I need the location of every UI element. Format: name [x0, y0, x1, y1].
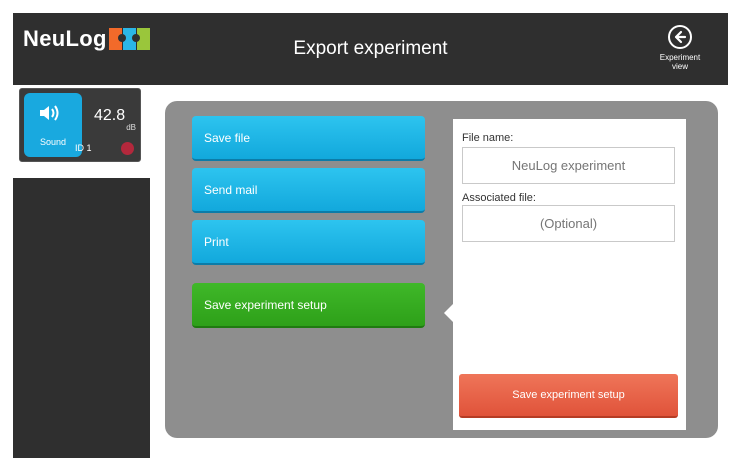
page-title: Export experiment [293, 38, 448, 59]
save-file-button[interactable]: Save file [192, 116, 425, 161]
sensor-unit: dB [126, 123, 136, 132]
sensor-name: Sound [39, 137, 67, 147]
save-experiment-setup-button[interactable]: Save experiment setup [459, 374, 678, 418]
selection-pointer [444, 304, 453, 322]
file-name-label: File name: [462, 132, 514, 144]
file-name-input[interactable] [462, 147, 675, 184]
associated-file-input[interactable] [462, 205, 675, 242]
arrow-left-circle-icon [668, 25, 692, 49]
left-empty-panel [13, 185, 150, 458]
record-indicator-icon [121, 142, 134, 155]
sensor-panel: Sound 42.8 dB ID 1 [13, 85, 150, 178]
send-mail-button[interactable]: Send mail [192, 168, 425, 213]
print-button[interactable]: Print [192, 220, 425, 265]
main-content: Save file Send mail Print Save experimen… [150, 85, 728, 458]
experiment-view-label-1: Experiment [659, 53, 701, 62]
top-bar: NeuLog Export experiment Experiment view [13, 13, 728, 85]
speaker-icon [38, 103, 64, 128]
experiment-view-label-2: view [671, 62, 688, 71]
export-form: File name: Associated file: Save experim… [453, 119, 686, 430]
sound-sensor-module[interactable]: Sound 42.8 dB ID 1 [19, 88, 141, 162]
neulog-app: NeuLog Export experiment Experiment view [13, 13, 728, 458]
sensor-value: 42.8 [94, 107, 126, 124]
export-panel: Save file Send mail Print Save experimen… [165, 101, 718, 438]
sensor-id: ID 1 [75, 143, 92, 153]
save-experiment-setup-option[interactable]: Save experiment setup [192, 283, 425, 328]
associated-file-label: Associated file: [462, 192, 536, 204]
experiment-view-button[interactable]: Experiment view [650, 25, 710, 71]
sensor-tile[interactable]: Sound [24, 93, 82, 157]
